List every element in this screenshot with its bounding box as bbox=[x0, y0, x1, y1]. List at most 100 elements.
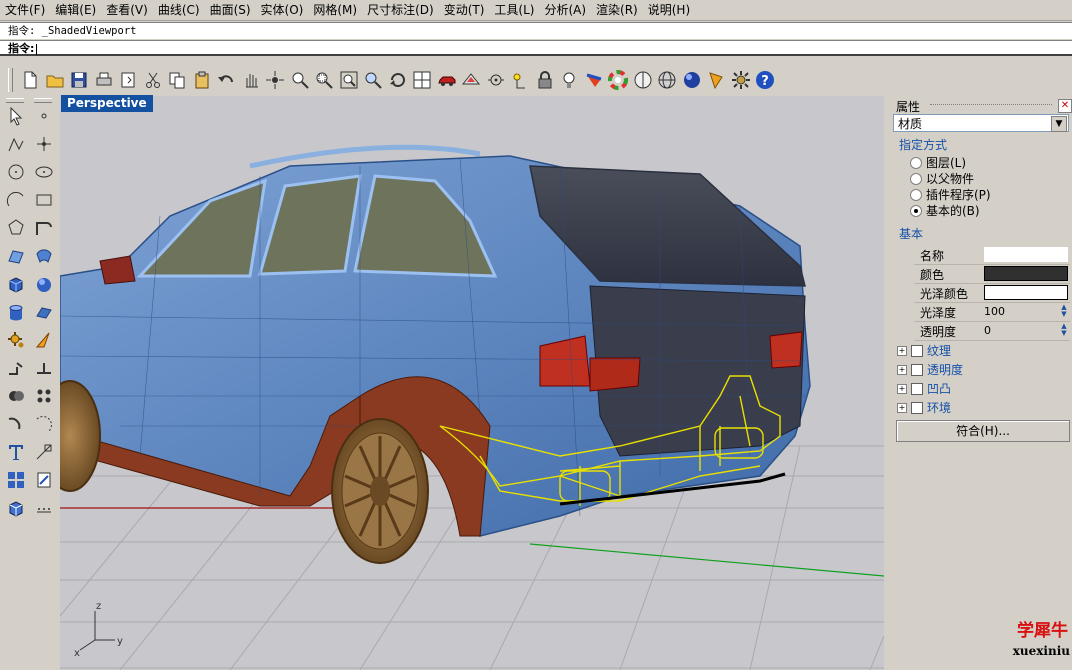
select-arrow-icon[interactable] bbox=[4, 104, 28, 128]
cube-3d-icon[interactable] bbox=[4, 496, 28, 520]
radio-parent[interactable]: 以父物件 bbox=[910, 170, 974, 187]
glossiness-value[interactable]: 100 bbox=[984, 304, 1068, 319]
spinner-icon[interactable]: ▲ ▼ bbox=[1058, 323, 1070, 338]
block-insert-icon[interactable] bbox=[32, 468, 56, 492]
point-cloud-icon[interactable] bbox=[32, 132, 56, 156]
spinner-icon[interactable]: ▲ ▼ bbox=[1058, 304, 1070, 319]
rotate-camera-icon[interactable] bbox=[387, 69, 409, 91]
curve-icon[interactable] bbox=[32, 216, 56, 240]
material-editor-icon[interactable] bbox=[583, 69, 605, 91]
zoom-selected-icon[interactable] bbox=[362, 69, 384, 91]
perspective-viewport[interactable]: z y x bbox=[60, 96, 884, 670]
move-icon[interactable] bbox=[4, 356, 28, 380]
radio-plugin[interactable]: 插件程序(P) bbox=[910, 186, 991, 203]
close-icon[interactable]: ✕ bbox=[1058, 99, 1072, 113]
expander-transparency[interactable]: + 透明度 bbox=[897, 361, 963, 378]
cylinder-solid-icon[interactable] bbox=[4, 300, 28, 324]
expand-icon[interactable]: + bbox=[897, 345, 907, 356]
zoom-dynamic-icon[interactable] bbox=[289, 69, 311, 91]
copy-icon[interactable] bbox=[166, 69, 188, 91]
render-preview-icon[interactable] bbox=[460, 69, 482, 91]
polyline-icon[interactable] bbox=[4, 132, 28, 156]
box-solid-icon[interactable] bbox=[4, 272, 28, 296]
open-file-icon[interactable] bbox=[44, 69, 66, 91]
help-icon[interactable]: ? bbox=[754, 69, 776, 91]
render-sphere-icon[interactable] bbox=[681, 69, 703, 91]
curve-offset-icon[interactable] bbox=[32, 440, 56, 464]
group-objects-icon[interactable] bbox=[4, 468, 28, 492]
checkbox[interactable] bbox=[911, 344, 923, 357]
category-dropdown[interactable]: 材质 ▼ bbox=[893, 114, 1069, 132]
expander-bump[interactable]: + 凹凸 bbox=[897, 380, 951, 397]
undo-icon[interactable] bbox=[215, 69, 237, 91]
menu-mesh[interactable]: 网格(M) bbox=[308, 0, 362, 20]
boolean-union-icon[interactable] bbox=[4, 384, 28, 408]
menu-edit[interactable]: 编辑(E) bbox=[50, 0, 101, 20]
menu-tools[interactable]: 工具(L) bbox=[489, 0, 539, 20]
menu-solid[interactable]: 实体(O) bbox=[256, 0, 309, 20]
rectangle-icon[interactable] bbox=[32, 188, 56, 212]
menu-help[interactable]: 说明(H) bbox=[643, 0, 695, 20]
point-icon[interactable] bbox=[32, 104, 56, 128]
ellipse-icon[interactable] bbox=[32, 160, 56, 184]
zoom-window-icon[interactable] bbox=[313, 69, 335, 91]
snap-icon[interactable] bbox=[485, 69, 507, 91]
toolbar-grip[interactable] bbox=[6, 98, 24, 103]
expand-icon[interactable]: + bbox=[897, 383, 907, 394]
array-icon[interactable] bbox=[32, 384, 56, 408]
arc-icon[interactable] bbox=[4, 188, 28, 212]
print-icon[interactable] bbox=[93, 69, 115, 91]
gloss-color-swatch[interactable] bbox=[984, 285, 1068, 300]
fillet-icon[interactable] bbox=[32, 328, 56, 352]
expand-icon[interactable]: + bbox=[897, 402, 907, 413]
expander-environment[interactable]: + 环境 bbox=[897, 399, 951, 416]
rotate-view-icon[interactable] bbox=[264, 69, 286, 91]
save-file-icon[interactable] bbox=[68, 69, 90, 91]
expander-texture[interactable]: + 纹理 bbox=[897, 342, 951, 359]
menu-file[interactable]: 文件(F) bbox=[0, 0, 50, 20]
circle-icon[interactable] bbox=[4, 160, 28, 184]
loft-surface-icon[interactable] bbox=[32, 244, 56, 268]
checkbox[interactable] bbox=[911, 382, 923, 395]
menu-render[interactable]: 渲染(R) bbox=[591, 0, 643, 20]
color-wheel-icon[interactable] bbox=[607, 69, 629, 91]
pan-hand-icon[interactable] bbox=[240, 69, 262, 91]
cut-icon[interactable] bbox=[142, 69, 164, 91]
menu-dimension[interactable]: 尺寸标注(D) bbox=[362, 0, 439, 20]
name-field[interactable] bbox=[984, 247, 1068, 262]
transparency-value[interactable]: 0 bbox=[984, 323, 1068, 338]
lock-icon[interactable] bbox=[534, 69, 556, 91]
point-light-icon[interactable] bbox=[509, 69, 531, 91]
menu-analyze[interactable]: 分析(A) bbox=[539, 0, 591, 20]
toolbar-grip[interactable] bbox=[8, 68, 13, 92]
menu-view[interactable]: 查看(V) bbox=[101, 0, 153, 20]
match-button[interactable]: 符合(H)... bbox=[896, 420, 1070, 442]
viewport-title-tab[interactable]: Perspective bbox=[61, 95, 153, 112]
menu-surface[interactable]: 曲面(S) bbox=[205, 0, 256, 20]
expand-icon[interactable]: + bbox=[897, 364, 907, 375]
mesh-sphere-icon[interactable] bbox=[656, 69, 678, 91]
surface-from-edges-icon[interactable] bbox=[4, 244, 28, 268]
radio-basic[interactable]: 基本的(B) bbox=[910, 202, 980, 219]
rotate-icon[interactable] bbox=[32, 356, 56, 380]
four-viewports-icon[interactable] bbox=[411, 69, 433, 91]
menu-transform[interactable]: 变动(T) bbox=[439, 0, 490, 20]
car-object-icon[interactable] bbox=[436, 69, 458, 91]
color-swatch[interactable] bbox=[984, 266, 1068, 281]
checkbox[interactable] bbox=[911, 363, 923, 376]
light-bulb-icon[interactable] bbox=[558, 69, 580, 91]
spotlight-icon[interactable] bbox=[705, 69, 727, 91]
page-setup-icon[interactable] bbox=[117, 69, 139, 91]
settings-gear-icon[interactable] bbox=[730, 69, 752, 91]
toolbar-grip[interactable] bbox=[34, 98, 52, 103]
wireframe-sphere-icon[interactable] bbox=[632, 69, 654, 91]
extrude-surface-icon[interactable] bbox=[32, 300, 56, 324]
paste-icon[interactable] bbox=[191, 69, 213, 91]
new-file-icon[interactable] bbox=[19, 69, 41, 91]
command-prompt[interactable]: 指令: bbox=[0, 40, 1072, 56]
text-object-icon[interactable] bbox=[4, 440, 28, 464]
dimension-icon[interactable] bbox=[4, 412, 28, 436]
radio-layer[interactable]: 图层(L) bbox=[910, 154, 966, 171]
chevron-down-icon[interactable]: ▼ bbox=[1051, 116, 1067, 132]
gear-settings-icon[interactable] bbox=[4, 328, 28, 352]
